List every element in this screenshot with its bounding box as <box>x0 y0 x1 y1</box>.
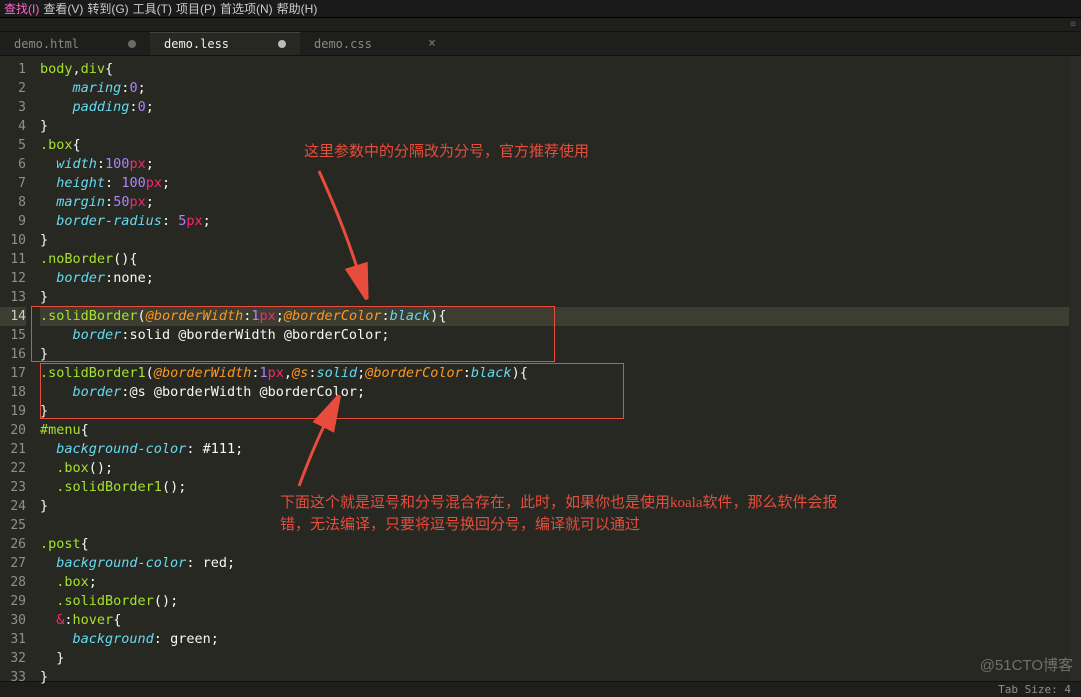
line-number: 26 <box>0 535 26 554</box>
tab-label: demo.html <box>14 37 118 51</box>
code-line[interactable]: height: 100px; <box>40 174 1081 193</box>
minimap[interactable] <box>1069 56 1081 681</box>
code-line[interactable]: .solidBorder(); <box>40 592 1081 611</box>
line-number: 33 <box>0 668 26 687</box>
line-number: 15 <box>0 326 26 345</box>
line-number: 9 <box>0 212 26 231</box>
code-line[interactable]: &:hover{ <box>40 611 1081 630</box>
code-line[interactable]: margin:50px; <box>40 193 1081 212</box>
line-number: 16 <box>0 345 26 364</box>
code-line[interactable]: border:@s @borderWidth @borderColor; <box>40 383 1081 402</box>
tab-label: demo.css <box>314 37 418 51</box>
tab-label: demo.less <box>164 37 268 51</box>
dirty-indicator-icon <box>128 40 136 48</box>
code-line[interactable]: } <box>40 288 1081 307</box>
code-line[interactable]: .box; <box>40 573 1081 592</box>
line-number: 2 <box>0 79 26 98</box>
code-line[interactable]: background: green; <box>40 630 1081 649</box>
code-line[interactable]: } <box>40 668 1081 687</box>
code-line[interactable]: } <box>40 231 1081 250</box>
code-line[interactable]: } <box>40 117 1081 136</box>
line-number: 25 <box>0 516 26 535</box>
code-line[interactable]: } <box>40 402 1081 421</box>
line-number: 5 <box>0 136 26 155</box>
code-line[interactable]: .solidBorder1(@borderWidth:1px,@s:solid;… <box>40 364 1081 383</box>
code-line[interactable]: .solidBorder1(); <box>40 478 1081 497</box>
line-number: 11 <box>0 250 26 269</box>
line-number: 28 <box>0 573 26 592</box>
line-number: 23 <box>0 478 26 497</box>
code-line[interactable]: border-radius: 5px; <box>40 212 1081 231</box>
line-number: 30 <box>0 611 26 630</box>
tab-demo-less[interactable]: demo.less <box>150 32 300 55</box>
line-number: 12 <box>0 269 26 288</box>
code-line[interactable]: background-color: red; <box>40 554 1081 573</box>
code-line[interactable]: } <box>40 345 1081 364</box>
line-number: 1 <box>0 60 26 79</box>
menu-find[interactable]: 查找(I) <box>4 2 39 16</box>
close-icon[interactable]: × <box>428 37 436 50</box>
code-line[interactable]: maring:0; <box>40 79 1081 98</box>
line-number: 17 <box>0 364 26 383</box>
menu-item[interactable]: 查找(I) <box>4 0 39 17</box>
code-line[interactable]: .box(); <box>40 459 1081 478</box>
code-line[interactable]: border:none; <box>40 269 1081 288</box>
panel-grip-icon: ≡ <box>1070 19 1081 30</box>
line-number: 20 <box>0 421 26 440</box>
menu-item[interactable]: 查看(V) <box>43 0 83 17</box>
code-line[interactable]: .box{ <box>40 136 1081 155</box>
line-number: 24 <box>0 497 26 516</box>
menu-item[interactable]: 工具(T) <box>133 0 172 17</box>
line-number: 4 <box>0 117 26 136</box>
menu-item[interactable]: 帮助(H) <box>277 0 318 17</box>
watermark: @51CTO博客 <box>980 654 1073 675</box>
code-line[interactable] <box>40 516 1081 535</box>
line-number: 29 <box>0 592 26 611</box>
line-number: 8 <box>0 193 26 212</box>
tab-bar[interactable]: demo.html demo.less demo.css × <box>0 32 1081 56</box>
tab-demo-css[interactable]: demo.css × <box>300 32 450 55</box>
line-number: 13 <box>0 288 26 307</box>
line-number: 27 <box>0 554 26 573</box>
line-number: 6 <box>0 155 26 174</box>
code-line[interactable]: background-color: #111; <box>40 440 1081 459</box>
editor-area[interactable]: 1234567891011121314151617181920212223242… <box>0 56 1081 681</box>
code-line[interactable]: } <box>40 649 1081 668</box>
code-line[interactable]: } <box>40 497 1081 516</box>
menu-item[interactable]: 首选项(N) <box>220 0 273 17</box>
line-number: 7 <box>0 174 26 193</box>
code-line[interactable]: #menu{ <box>40 421 1081 440</box>
line-number: 14 <box>0 307 26 326</box>
menu-item[interactable]: 项目(P) <box>176 0 216 17</box>
code-line[interactable]: body,div{ <box>40 60 1081 79</box>
code-line[interactable]: width:100px; <box>40 155 1081 174</box>
code-line[interactable]: .post{ <box>40 535 1081 554</box>
code-line[interactable]: .solidBorder(@borderWidth:1px;@borderCol… <box>40 307 1081 326</box>
code-line[interactable]: border:solid @borderWidth @borderColor; <box>40 326 1081 345</box>
line-number: 3 <box>0 98 26 117</box>
line-number: 10 <box>0 231 26 250</box>
code-content[interactable]: body,div{ maring:0; padding:0;}.box{ wid… <box>34 56 1081 681</box>
line-number: 31 <box>0 630 26 649</box>
dirty-indicator-icon <box>278 40 286 48</box>
line-number: 18 <box>0 383 26 402</box>
line-number-gutter: 1234567891011121314151617181920212223242… <box>0 56 34 681</box>
line-number: 32 <box>0 649 26 668</box>
line-number: 21 <box>0 440 26 459</box>
line-number: 19 <box>0 402 26 421</box>
tab-demo-html[interactable]: demo.html <box>0 32 150 55</box>
menu-item[interactable]: 转到(G) <box>87 0 128 17</box>
menu-bar[interactable]: 查找(I) 查看(V) 转到(G) 工具(T) 项目(P) 首选项(N) 帮助(… <box>0 0 1081 18</box>
code-line[interactable]: padding:0; <box>40 98 1081 117</box>
line-number: 22 <box>0 459 26 478</box>
panel-strip: ≡ <box>0 18 1081 32</box>
code-line[interactable]: .noBorder(){ <box>40 250 1081 269</box>
